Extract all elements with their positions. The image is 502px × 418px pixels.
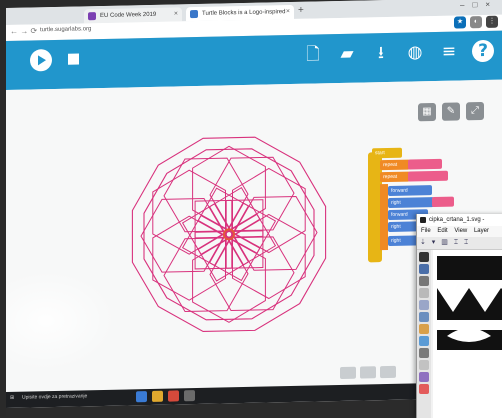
zoom-out-icon[interactable] — [340, 366, 356, 380]
nav-buttons[interactable]: ← → ⟳ — [10, 26, 37, 36]
pattern-stroke — [209, 156, 295, 232]
monitor-bezel-left — [0, 0, 6, 416]
stop-icon[interactable] — [68, 53, 79, 65]
select-tool-icon[interactable] — [419, 252, 429, 262]
menu-view[interactable]: View — [454, 228, 467, 234]
tab-title: Turtle Blocks is a Logo-inspired — [202, 9, 286, 17]
node-tool-icon[interactable] — [419, 264, 429, 274]
pattern-stroke — [163, 157, 249, 233]
taskbar-apps — [136, 390, 195, 403]
right-block[interactable]: right — [388, 197, 434, 208]
browser-extensions: ★ ◐ ⋮ — [454, 15, 498, 29]
right-block[interactable]: right — [388, 221, 418, 232]
close-icon[interactable]: × — [286, 5, 290, 19]
grid-icon[interactable]: ▦ — [418, 102, 436, 122]
star-tool-icon[interactable] — [419, 324, 429, 334]
lace-drawing — [437, 256, 502, 350]
zoom-reset-icon[interactable] — [360, 366, 376, 379]
turtle-drawing — [131, 136, 327, 333]
start-block[interactable]: start — [372, 147, 402, 159]
pencil-tool-icon[interactable] — [419, 348, 429, 358]
forward-block[interactable]: forward — [388, 185, 432, 196]
save-download-icon[interactable]: ⭳ — [370, 42, 392, 64]
planet-icon[interactable]: ◍ — [404, 41, 426, 63]
menu-layer[interactable]: Layer — [474, 228, 489, 234]
dropper-tool-icon[interactable] — [419, 384, 429, 394]
pattern-stroke — [152, 215, 226, 301]
gradient-tool-icon[interactable] — [419, 372, 429, 382]
inkscape-window[interactable]: cipka_crtana_1.svg - File Edit View Laye… — [416, 214, 502, 418]
number-block[interactable] — [432, 196, 454, 208]
zoom-buttons — [340, 365, 396, 380]
play-icon[interactable] — [30, 49, 52, 72]
chrome-icon[interactable] — [168, 390, 179, 402]
menu-file[interactable]: File — [421, 228, 431, 234]
number-block[interactable] — [408, 170, 448, 182]
url-field[interactable]: turtle.sugarlabs.org — [40, 26, 91, 33]
pattern-stroke — [232, 167, 306, 254]
tab-favicon-icon — [190, 9, 198, 19]
spiral-tool-icon[interactable] — [419, 336, 429, 346]
menu-icon[interactable]: ⋮ — [486, 15, 498, 28]
measure-tool-icon[interactable] — [419, 300, 429, 310]
inkscape-canvas[interactable] — [433, 250, 502, 418]
canvas-side-buttons: ▦ ✎ ⤢ — [418, 101, 484, 122]
number-block[interactable] — [408, 158, 442, 170]
pattern-stroke — [131, 136, 327, 333]
extension-icon[interactable]: ◐ — [470, 16, 482, 29]
zoom-in-icon[interactable] — [380, 365, 396, 379]
pattern-stroke — [232, 196, 318, 271]
close-icon[interactable]: × — [174, 7, 178, 21]
open-folder-icon[interactable]: ▰ — [336, 43, 358, 65]
text-tool-icon[interactable] — [419, 360, 429, 370]
inkscape-title: cipka_crtana_1.svg - — [417, 214, 502, 226]
inkscape-commands[interactable]: ⇣ ▾ ▥ ⌶ ⌶ — [417, 237, 502, 250]
pattern-stroke — [163, 237, 249, 312]
folder-icon[interactable] — [152, 390, 163, 402]
inkscape-toolbox — [417, 250, 431, 418]
pattern-stroke — [152, 169, 226, 255]
taskbar-search[interactable]: Upisite ovdje za pretrazivanje — [22, 393, 87, 400]
repeat-block[interactable]: repeat — [380, 159, 410, 171]
new-project-icon[interactable]: 🗋 — [302, 43, 324, 65]
tab-favicon-icon — [88, 12, 96, 21]
pattern-stroke — [209, 236, 295, 311]
toolbar-right-icons: 🗋 ▰ ⭳ ◍ ≡ ? — [302, 39, 494, 66]
rect-tool-icon[interactable] — [419, 312, 429, 322]
zoom-tool-icon[interactable] — [419, 288, 429, 298]
tweak-tool-icon[interactable] — [419, 276, 429, 286]
app-icon[interactable] — [184, 390, 195, 402]
start-icon[interactable]: ⊞ — [10, 395, 14, 401]
menu-edit[interactable]: Edit — [437, 228, 447, 234]
pattern-stroke — [232, 213, 306, 300]
clear-icon[interactable]: ✎ — [442, 102, 460, 121]
help-icon[interactable]: ? — [472, 39, 494, 63]
repeat-block[interactable]: repeat — [380, 171, 410, 183]
new-tab-icon[interactable]: + — [298, 5, 304, 17]
menu-icon[interactable]: ≡ — [438, 40, 460, 62]
edge-icon[interactable] — [136, 391, 147, 403]
window-controls[interactable]: –□× — [460, 0, 498, 9]
repeat-block-arm — [380, 183, 388, 251]
inkscape-menu: File Edit View Layer — [417, 226, 502, 237]
collapse-icon[interactable]: ⤢ — [466, 101, 484, 121]
extension-icon[interactable]: ★ — [454, 16, 466, 29]
tab-title: EU Code Week 2019 — [100, 11, 157, 20]
pattern-stroke — [143, 148, 315, 321]
pattern-stroke — [140, 197, 226, 273]
